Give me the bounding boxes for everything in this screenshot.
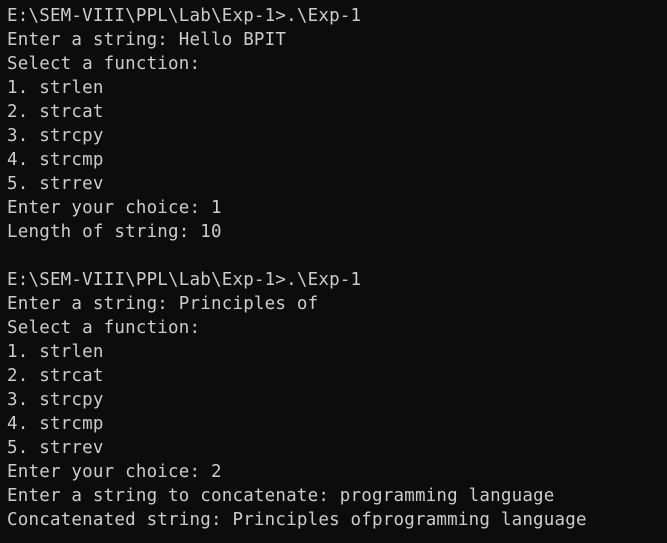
menu-option-line: 5. strrev xyxy=(7,438,104,458)
menu-option-line: 5. strrev xyxy=(7,174,104,194)
output-line: Enter a string: Principles of xyxy=(7,294,319,314)
terminal-window[interactable]: E:\SEM-VIII\PPL\Lab\Exp-1>.\Exp-1 Enter … xyxy=(0,0,667,543)
prompt-line: E:\SEM-VIII\PPL\Lab\Exp-1>.\Exp-1 xyxy=(7,6,362,26)
output-line: Concatenated string: Principles ofprogra… xyxy=(7,510,587,530)
output-line: Enter a string to concatenate: programmi… xyxy=(7,486,555,506)
menu-option-line: 4. strcmp xyxy=(7,414,104,434)
menu-option-line: 3. strcpy xyxy=(7,126,104,146)
menu-option-line: 2. strcat xyxy=(7,366,104,386)
prompt-line: E:\SEM-VIII\PPL\Lab\Exp-1>.\Exp-1 xyxy=(7,270,362,290)
menu-option-line: 2. strcat xyxy=(7,102,104,122)
output-line: Length of string: 10 xyxy=(7,222,222,242)
menu-option-line: 1. strlen xyxy=(7,342,104,362)
output-line: Select a function: xyxy=(7,318,201,338)
output-line: Select a function: xyxy=(7,54,201,74)
menu-option-line: 1. strlen xyxy=(7,78,104,98)
menu-option-line: 3. strcpy xyxy=(7,390,104,410)
output-line: Enter your choice: 1 xyxy=(7,198,222,218)
menu-option-line: 4. strcmp xyxy=(7,150,104,170)
output-line: Enter a string: Hello BPIT xyxy=(7,30,287,50)
output-line: Enter your choice: 2 xyxy=(7,462,222,482)
